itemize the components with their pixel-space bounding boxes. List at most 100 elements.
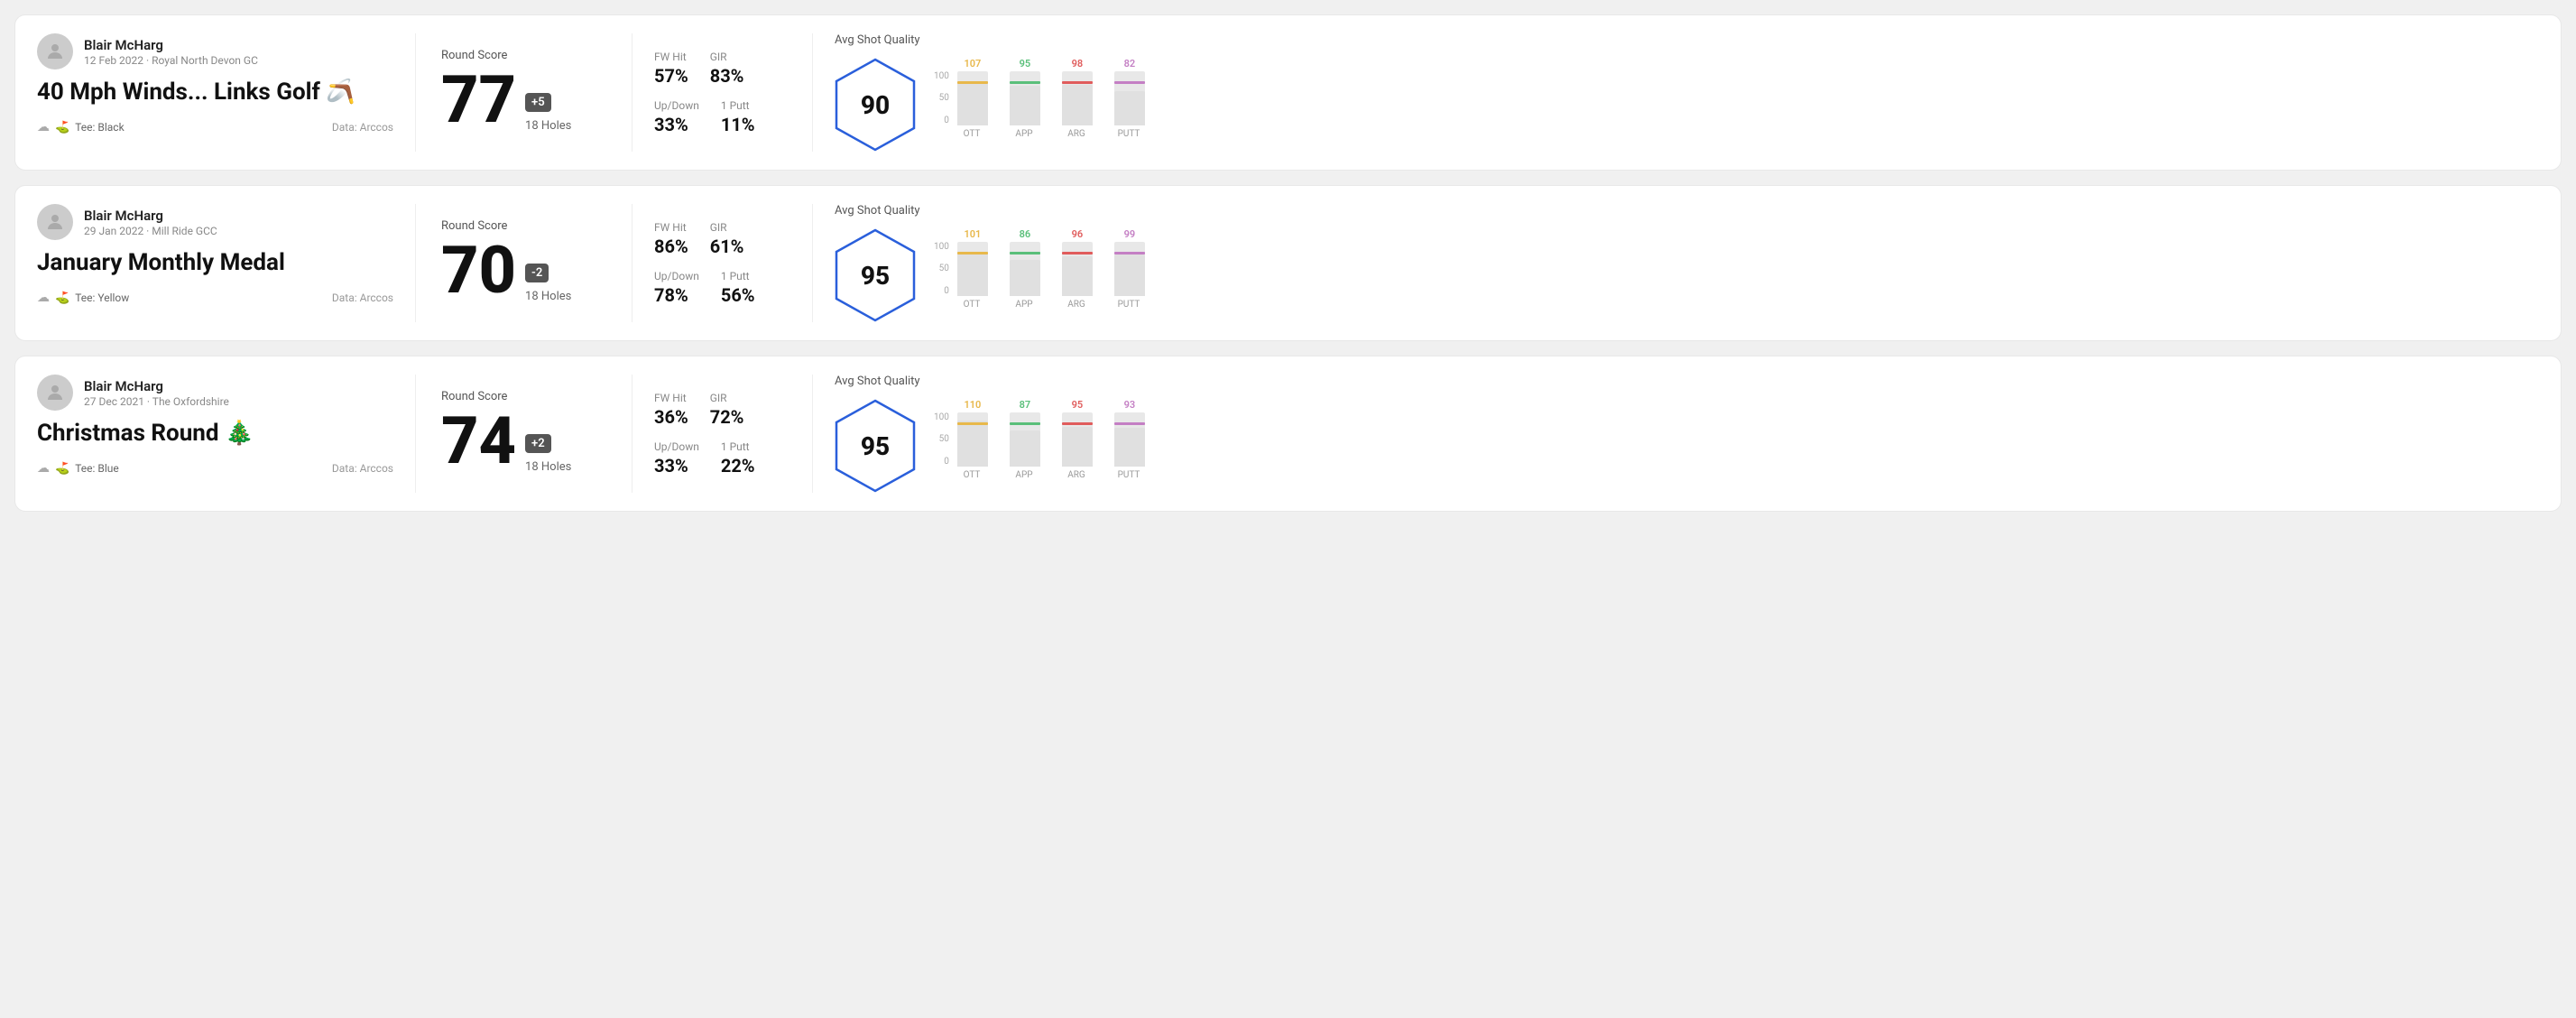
score-diff-badge: -2 xyxy=(525,264,549,282)
shot-quality-section: Avg Shot Quality 90 100 50 0 107 xyxy=(813,33,2539,152)
stats-row-top: FW Hit 57% GIR 83% xyxy=(654,51,790,87)
user-name: Blair McHarg xyxy=(84,208,217,224)
holes-label: 18 Holes xyxy=(525,119,571,133)
round-score-label: Round Score xyxy=(441,390,606,403)
stats-row-top: FW Hit 86% GIR 61% xyxy=(654,221,790,257)
bar-track xyxy=(957,71,988,125)
bar-value-arg: 95 xyxy=(1072,399,1084,411)
user-info: Blair McHarg 12 Feb 2022 · Royal North D… xyxy=(84,37,258,67)
bar-fill xyxy=(1114,91,1145,125)
updown-label: Up/Down xyxy=(654,270,699,282)
weather-icon: ☁ xyxy=(37,291,50,305)
bar-axis-label: APP xyxy=(1004,129,1044,139)
data-source: Data: Arccos xyxy=(332,121,393,134)
hexagon-wrapper: 95 xyxy=(835,399,916,493)
round-left-section: Blair McHarg 29 Jan 2022 · Mill Ride GCC… xyxy=(37,204,416,322)
avatar xyxy=(37,375,73,411)
round-score-label: Round Score xyxy=(441,49,606,62)
bar-axis-label: OTT xyxy=(952,129,992,139)
updown-label: Up/Down xyxy=(654,440,699,453)
bar-axis-label: ARG xyxy=(1057,470,1096,480)
bar-line xyxy=(1010,252,1040,255)
bar-axis-label: OTT xyxy=(952,470,992,480)
bar-value-putt: 82 xyxy=(1124,58,1136,69)
bar-value-ott: 110 xyxy=(964,399,981,411)
data-source: Data: Arccos xyxy=(332,462,393,475)
bar-col-arg: 96 xyxy=(1057,228,1097,296)
round-title: Christmas Round 🎄 xyxy=(37,420,393,447)
bar-track xyxy=(957,412,988,467)
score-diff-col: +2 18 Holes xyxy=(525,434,571,474)
fw-hit-label: FW Hit xyxy=(654,221,688,234)
oneputt-value: 22% xyxy=(721,455,755,477)
stats-section: FW Hit 86% GIR 61% Up/Down 78% 1 Putt 56… xyxy=(632,204,813,322)
stats-section: FW Hit 57% GIR 83% Up/Down 33% 1 Putt 11… xyxy=(632,33,813,152)
bar-axis-label: APP xyxy=(1004,470,1044,480)
updown-label: Up/Down xyxy=(654,99,699,112)
bar-value-app: 87 xyxy=(1020,399,1031,411)
quality-score: 95 xyxy=(861,431,890,461)
user-row: Blair McHarg 27 Dec 2021 · The Oxfordshi… xyxy=(37,375,393,411)
fw-hit-value: 57% xyxy=(654,65,688,87)
gir-value: 72% xyxy=(710,406,744,428)
user-name: Blair McHarg xyxy=(84,37,258,53)
holes-label: 18 Holes xyxy=(525,290,571,303)
tee-label: Tee: Blue xyxy=(75,462,119,475)
oneputt-label: 1 Putt xyxy=(721,270,755,282)
bar-track xyxy=(1114,412,1145,467)
bar-line xyxy=(1062,81,1093,84)
oneputt-stat: 1 Putt 22% xyxy=(721,440,755,477)
bar-line xyxy=(1010,422,1040,425)
score-row: 77 +5 18 Holes xyxy=(441,68,606,133)
quality-score: 95 xyxy=(861,261,890,291)
holes-label: 18 Holes xyxy=(525,460,571,474)
bar-line xyxy=(1062,422,1093,425)
score-diff-col: -2 18 Holes xyxy=(525,264,571,303)
score-number: 77 xyxy=(441,68,516,133)
bag-icon: ⛳ xyxy=(55,292,69,305)
shot-quality-wrapper: Avg Shot Quality 95 100 50 0 110 xyxy=(835,375,1150,493)
fw-hit-label: FW Hit xyxy=(654,51,688,63)
bar-col-arg: 98 xyxy=(1057,58,1097,125)
shot-quality-section: Avg Shot Quality 95 100 50 0 110 xyxy=(813,375,2539,493)
bar-line xyxy=(1114,81,1145,84)
bar-track xyxy=(1114,71,1145,125)
bar-col-ott: 107 xyxy=(953,58,993,125)
gir-label: GIR xyxy=(710,221,744,234)
bar-line xyxy=(1062,252,1093,255)
score-row: 70 -2 18 Holes xyxy=(441,238,606,303)
bar-line xyxy=(957,252,988,255)
bar-fill xyxy=(1062,256,1093,296)
hexagon-wrapper: 90 xyxy=(835,58,916,152)
bar-col-putt: 82 xyxy=(1110,58,1150,125)
oneputt-label: 1 Putt xyxy=(721,440,755,453)
bar-col-app: 87 xyxy=(1005,399,1045,467)
score-diff-badge: +2 xyxy=(525,434,551,453)
tee-info: ☁ ⛳ Tee: Blue xyxy=(37,461,119,476)
score-row: 74 +2 18 Holes xyxy=(441,409,606,474)
quality-label: Avg Shot Quality xyxy=(835,204,1150,217)
round-score-section: Round Score 70 -2 18 Holes xyxy=(416,204,632,322)
bar-track xyxy=(1010,71,1040,125)
bottom-row: ☁ ⛳ Tee: Black Data: Arccos xyxy=(37,120,393,134)
bar-fill xyxy=(1010,430,1040,467)
updown-value: 33% xyxy=(654,455,699,477)
bar-value-putt: 99 xyxy=(1124,228,1136,240)
round-title: 40 Mph Winds... Links Golf 🪃 xyxy=(37,79,393,106)
date-course: 29 Jan 2022 · Mill Ride GCC xyxy=(84,225,217,237)
bar-col-app: 86 xyxy=(1005,228,1045,296)
bar-track xyxy=(1062,71,1093,125)
round-left-section: Blair McHarg 27 Dec 2021 · The Oxfordshi… xyxy=(37,375,416,493)
bar-value-arg: 98 xyxy=(1072,58,1084,69)
bar-col-ott: 110 xyxy=(953,399,993,467)
user-info: Blair McHarg 27 Dec 2021 · The Oxfordshi… xyxy=(84,378,229,408)
round-left-section: Blair McHarg 12 Feb 2022 · Royal North D… xyxy=(37,33,416,152)
bar-fill xyxy=(957,421,988,467)
updown-value: 33% xyxy=(654,114,699,135)
updown-stat: Up/Down 33% xyxy=(654,99,699,135)
bar-fill xyxy=(1062,85,1093,125)
stats-row-top: FW Hit 36% GIR 72% xyxy=(654,392,790,428)
bar-chart-wrapper: 100 50 0 101 86 96 99 xyxy=(934,242,1150,310)
round-card: Blair McHarg 29 Jan 2022 · Mill Ride GCC… xyxy=(14,185,2562,341)
score-number: 70 xyxy=(441,238,516,303)
